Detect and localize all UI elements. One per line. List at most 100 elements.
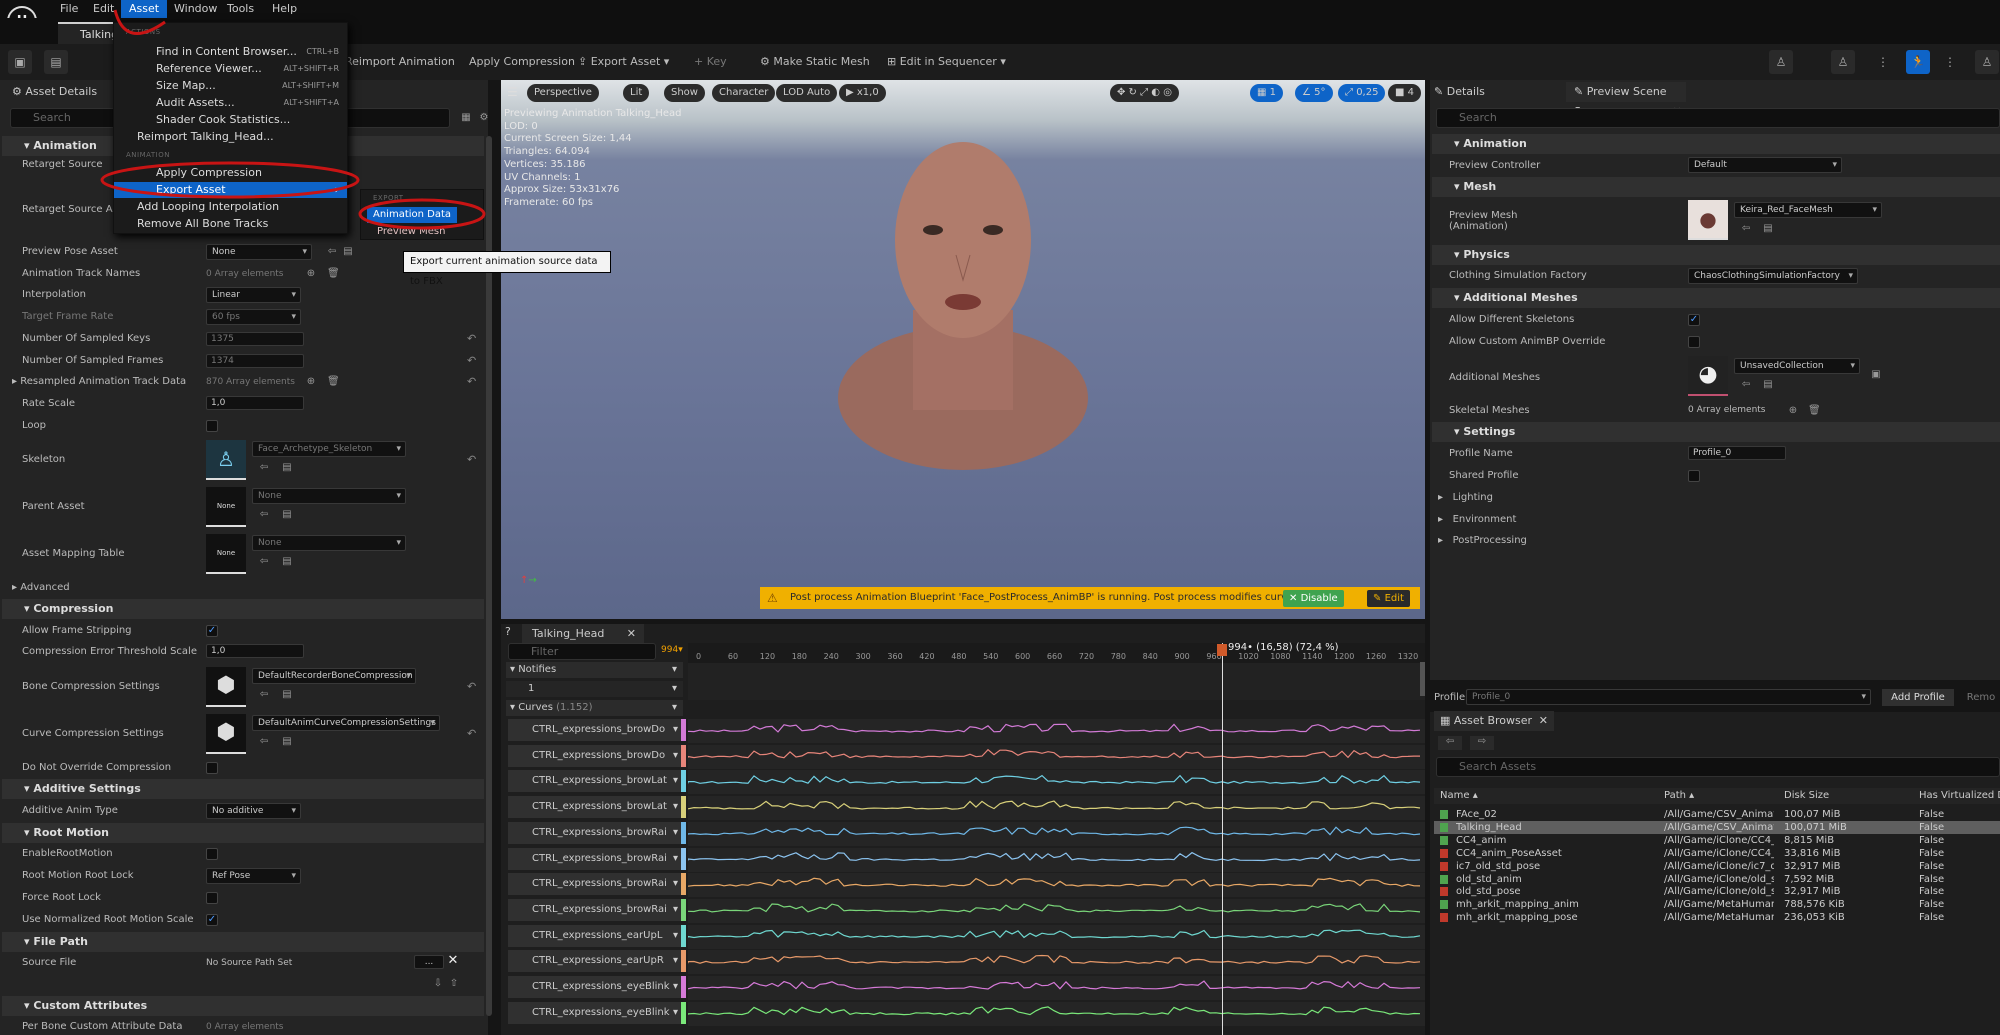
curve-track[interactable]: CTRL_expressions_earUpR ▾ (508, 950, 684, 973)
allow-diff-skeletons-checkbox[interactable]: ✓ (1688, 314, 1700, 326)
skeleton-dropdown[interactable]: Face_Archetype_Skeleton (252, 441, 406, 457)
curve-track[interactable]: CTRL_expressions_browLat ▾ (508, 770, 684, 793)
section-compression[interactable]: ▾ Compression (2, 599, 484, 619)
chevron-down-icon[interactable]: ▾ (673, 950, 678, 972)
grid-snap-button[interactable]: ▦ 1 (1250, 84, 1284, 102)
chevron-down-icon[interactable]: ▾ (673, 848, 678, 870)
curve-track[interactable]: CTRL_expressions_browRai ▾ (508, 821, 684, 844)
export-asset-button[interactable]: ⇪ Export Asset ▾ (578, 52, 669, 72)
curve-track[interactable]: CTRL_expressions_browLat ▾ (508, 796, 684, 819)
tab-details[interactable]: ✎ Details (1434, 82, 1485, 102)
col-path[interactable]: Path ▴ (1664, 788, 1694, 804)
menu-tools[interactable]: Tools (219, 0, 262, 18)
section-custom-attributes[interactable]: ▾ Custom Attributes (2, 996, 484, 1016)
asset-row[interactable]: CC4_anim_PoseAsset/All/Game/iClone/CC4_a… (1434, 847, 2000, 860)
save-icon[interactable]: ▣ (8, 50, 32, 74)
save-icon[interactable]: ▣ (1870, 369, 1882, 381)
col-disk-size[interactable]: Disk Size (1784, 788, 1829, 804)
profile-dropdown[interactable]: Profile_0 (1466, 689, 1871, 705)
arrow-up-icon[interactable]: ⇧ (448, 978, 460, 990)
section-physics[interactable]: ▾ Physics (1432, 245, 2000, 265)
menu-item-find-in-content-browser[interactable]: Find in Content Browser... CTRL+B (114, 44, 347, 60)
enable-root-motion-checkbox[interactable] (206, 848, 218, 860)
trash-icon[interactable]: 🗑 (1808, 405, 1821, 417)
help-icon[interactable]: ? (505, 625, 511, 638)
col-virtualized[interactable]: Has Virtualized D (1919, 788, 2000, 804)
edit-button[interactable]: ✎ Edit (1367, 590, 1410, 607)
make-static-mesh-button[interactable]: ⚙ Make Static Mesh (760, 52, 870, 72)
tab-preview-scene[interactable]: ✎ Preview Scene S...✕ (1566, 82, 1686, 118)
reset-icon[interactable]: ↶ (467, 332, 476, 345)
additional-meshes-thumbnail[interactable]: ◕ (1688, 356, 1728, 396)
hamburger-menu-icon[interactable]: ☰ (507, 85, 521, 99)
back-icon[interactable]: ⇦ (1438, 736, 1462, 750)
timeline-scrollbar[interactable] (1420, 662, 1425, 696)
reimport-animation-button[interactable]: Reimport Animation (345, 52, 455, 72)
compression-error-field[interactable]: 1,0 (206, 644, 304, 658)
curve-track[interactable]: CTRL_expressions_browRai ▾ (508, 873, 684, 896)
additive-type-dropdown[interactable]: No additive (206, 803, 301, 819)
asset-row[interactable]: old_std_anim/All/Game/iClone/old_st 7,592… (1434, 873, 2000, 886)
curves-header[interactable]: ▾ Curves (1.152) ▾ (506, 700, 683, 716)
chevron-down-icon[interactable]: ▾ (673, 1002, 678, 1024)
parent-asset-dropdown[interactable]: None (252, 488, 406, 504)
browse-icon[interactable]: ▤ (281, 556, 293, 568)
menu-file[interactable]: File (52, 0, 86, 18)
add-element-icon[interactable]: ⊕ (305, 376, 317, 388)
menu-item-reference-viewer[interactable]: Reference Viewer... ALT+SHIFT+R (114, 61, 347, 77)
arrow-left-icon[interactable]: ⇦ (258, 462, 270, 474)
allow-custom-animbp-checkbox[interactable] (1688, 336, 1700, 348)
tab-asset-browser[interactable]: ▦ Asset Browser ✕ (1434, 711, 1554, 731)
chevron-down-icon[interactable]: ▾ (673, 925, 678, 947)
browse-icon[interactable]: ▤ (281, 736, 293, 748)
preview-pose-dropdown[interactable]: None (206, 244, 312, 260)
close-icon[interactable]: ✕ (627, 624, 636, 644)
section-root-motion[interactable]: ▾ Root Motion (2, 823, 484, 843)
timeline-filter-input[interactable]: Filter (508, 643, 656, 660)
close-icon[interactable]: ✕ (1539, 711, 1548, 731)
menu-help[interactable]: Help (264, 0, 305, 18)
browse-icon[interactable]: ▤ (281, 509, 293, 521)
chevron-down-icon[interactable]: ▾ (673, 822, 678, 844)
preview-mesh-thumbnail[interactable]: ● (1688, 200, 1728, 240)
section-settings[interactable]: ▾ Settings (1432, 422, 2000, 442)
browse-icon[interactable]: ▤ (342, 246, 354, 258)
reset-icon[interactable]: ↶ (467, 727, 476, 740)
col-name[interactable]: Name ▴ (1440, 788, 1478, 804)
clear-icon[interactable]: ✕ (447, 954, 459, 967)
menu-item-remove-bone-tracks[interactable]: Remove All Bone Tracks (114, 216, 347, 232)
asset-row[interactable]: old_std_pose/All/Game/iClone/old_st 32,91… (1434, 885, 2000, 898)
character-button[interactable]: Character (712, 84, 776, 102)
menu-item-reimport[interactable]: Reimport Talking_Head... (114, 129, 347, 145)
menu-asset[interactable]: Asset (121, 0, 168, 18)
advanced-row[interactable]: ▸ Advanced (12, 581, 70, 595)
browse-icon[interactable]: ▤ (281, 689, 293, 701)
forward-icon[interactable]: ⇨ (1470, 736, 1494, 750)
section-preview-animation[interactable]: ▾ Animation (1432, 134, 2000, 154)
scale-snap-button[interactable]: ⤢ 0,25 (1338, 84, 1386, 102)
curve-track[interactable]: CTRL_expressions_earUpL ▾ (508, 924, 684, 947)
arrow-left-icon[interactable]: ⇦ (258, 689, 270, 701)
cloth-factory-dropdown[interactable]: ChaosClothingSimulationFactory (1688, 268, 1858, 284)
curve-track[interactable]: CTRL_expressions_browDo ▾ (508, 744, 684, 767)
chevron-down-icon[interactable]: ▾ (673, 745, 678, 767)
mapping-table-thumbnail[interactable]: None (206, 534, 246, 574)
curve-track[interactable]: CTRL_expressions_browRai ▾ (508, 847, 684, 870)
menu-item-audit-assets[interactable]: Audit Assets... ALT+SHIFT+A (114, 95, 347, 111)
trash-icon[interactable]: 🗑 (327, 268, 340, 280)
preview-controller-dropdown[interactable]: Default (1688, 157, 1842, 173)
preview-mesh-dropdown[interactable]: Keira_Red_FaceMesh (1734, 202, 1882, 218)
browse-icon[interactable]: ▤ (1762, 223, 1774, 235)
arrow-left-icon[interactable]: ⇦ (326, 246, 338, 258)
no-override-checkbox[interactable] (206, 762, 218, 774)
curve-track[interactable]: CTRL_expressions_browDo ▾ (508, 719, 684, 741)
notify-track[interactable]: 1 ▾ (506, 681, 683, 697)
section-mesh[interactable]: ▾ Mesh (1432, 177, 2000, 197)
remove-profile-button[interactable]: Remo (1962, 689, 2000, 706)
arrow-left-icon[interactable]: ⇦ (258, 509, 270, 521)
section-file-path[interactable]: ▾ File Path (2, 932, 484, 952)
chevron-down-icon[interactable]: ▾ (672, 700, 677, 716)
asset-row[interactable]: CC4_anim/All/Game/iClone/CC4_a 8,815 MiB F… (1434, 834, 2000, 847)
shared-profile-checkbox[interactable] (1688, 470, 1700, 482)
chevron-down-icon[interactable]: ▾ (673, 899, 678, 921)
